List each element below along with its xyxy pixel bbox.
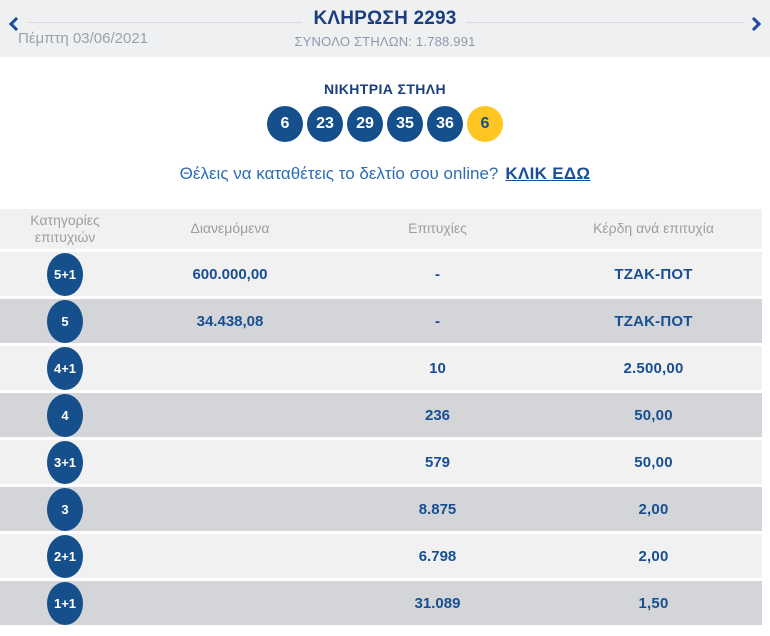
winners-count: 236	[330, 407, 545, 424]
table-row: 5+1 600.000,00 - ΤΖΑΚ-ΠΟΤ	[0, 252, 762, 296]
prize-per-winner: 2,00	[545, 501, 762, 518]
category-cell: 3	[0, 488, 130, 531]
winners-count: -	[330, 313, 545, 330]
winners-count: 31.089	[330, 595, 545, 612]
tzoker-results-page: Πέμπτη 03/06/2021 ΚΛΗΡΩΣΗ 2293 ΣΥΝΟΛΟ ΣΤ…	[0, 0, 770, 625]
winning-numbers-row: 6 23 29 35 36 6	[0, 106, 770, 142]
category-badge: 3+1	[47, 441, 83, 484]
winning-number-ball: 23	[307, 106, 343, 142]
prize-per-winner: 2.500,00	[545, 360, 762, 377]
table-row: 1+1 31.089 1,50	[0, 581, 762, 625]
distributed-amount: 600.000,00	[130, 266, 330, 283]
category-badge: 2+1	[47, 535, 83, 578]
category-cell: 2+1	[0, 535, 130, 578]
category-cell: 3+1	[0, 441, 130, 484]
prize-per-winner: 50,00	[545, 407, 762, 424]
prize-per-winner: 50,00	[545, 454, 762, 471]
column-header: Κέρδη ανά επιτυχία	[545, 209, 762, 249]
prize-per-winner: 1,50	[545, 595, 762, 612]
columns-total: ΣΥΝΟΛΟ ΣΤΗΛΩΝ: 1.788.991	[0, 34, 770, 49]
winners-count: 579	[330, 454, 545, 471]
winners-count: -	[330, 266, 545, 283]
table-row: 3 8.875 2,00	[0, 487, 762, 531]
table-row: 4 236 50,00	[0, 393, 762, 437]
category-cell: 5	[0, 300, 130, 343]
column-header: Κατηγορίες επιτυχιών	[0, 209, 130, 249]
promo-text: Θέλεις να καταθέτεις το δελτίο σου onlin…	[180, 164, 499, 183]
distributed-amount: 34.438,08	[130, 313, 330, 330]
click-here-link[interactable]: ΚΛΙΚ ΕΔΩ	[505, 164, 590, 183]
prize-per-winner: ΤΖΑΚ-ΠΟΤ	[545, 313, 762, 330]
winning-number-ball: 29	[347, 106, 383, 142]
prize-per-winner: 2,00	[545, 548, 762, 565]
category-badge: 5+1	[47, 253, 83, 296]
table-row: 5 34.438,08 - ΤΖΑΚ-ΠΟΤ	[0, 299, 762, 343]
table-header-row: Κατηγορίες επιτυχιών Διανεμόμενα Επιτυχί…	[0, 209, 762, 249]
category-cell: 5+1	[0, 253, 130, 296]
category-badge: 5	[47, 300, 83, 343]
online-promo: Θέλεις να καταθέτεις το δελτίο σου onlin…	[0, 164, 770, 184]
table-body: 5+1 600.000,00 - ΤΖΑΚ-ΠΟΤ 5 34.438,08 - …	[0, 252, 762, 625]
category-badge: 4+1	[47, 347, 83, 390]
category-badge: 4	[47, 394, 83, 437]
page-title: ΚΛΗΡΩΣΗ 2293	[0, 8, 770, 30]
chevron-right-icon	[747, 17, 761, 31]
category-badge: 3	[47, 488, 83, 531]
joker-number-ball: 6	[467, 106, 503, 142]
table-row: 3+1 579 50,00	[0, 440, 762, 484]
category-badge: 1+1	[47, 582, 83, 625]
winning-column-section: ΝΙΚΗΤΡΙΑ ΣΤΗΛΗ 6 23 29 35 36 6	[0, 81, 770, 142]
winners-count: 10	[330, 360, 545, 377]
results-table: Κατηγορίες επιτυχιών Διανεμόμενα Επιτυχί…	[0, 209, 762, 625]
table-row: 4+1 10 2.500,00	[0, 346, 762, 390]
table-row: 2+1 6.798 2,00	[0, 534, 762, 578]
next-draw-button[interactable]	[744, 12, 768, 36]
category-cell: 4+1	[0, 347, 130, 390]
winners-count: 8.875	[330, 501, 545, 518]
category-cell: 4	[0, 394, 130, 437]
draw-header: Πέμπτη 03/06/2021 ΚΛΗΡΩΣΗ 2293 ΣΥΝΟΛΟ ΣΤ…	[0, 0, 770, 57]
column-header: Διανεμόμενα	[130, 209, 330, 249]
prize-per-winner: ΤΖΑΚ-ΠΟΤ	[545, 266, 762, 283]
draw-title-block: ΚΛΗΡΩΣΗ 2293 ΣΥΝΟΛΟ ΣΤΗΛΩΝ: 1.788.991	[0, 8, 770, 49]
winning-number-ball: 6	[267, 106, 303, 142]
winning-column-heading: ΝΙΚΗΤΡΙΑ ΣΤΗΛΗ	[0, 81, 770, 97]
category-cell: 1+1	[0, 582, 130, 625]
column-header: Επιτυχίες	[330, 209, 545, 249]
winning-number-ball: 35	[387, 106, 423, 142]
winning-number-ball: 36	[427, 106, 463, 142]
winners-count: 6.798	[330, 548, 545, 565]
